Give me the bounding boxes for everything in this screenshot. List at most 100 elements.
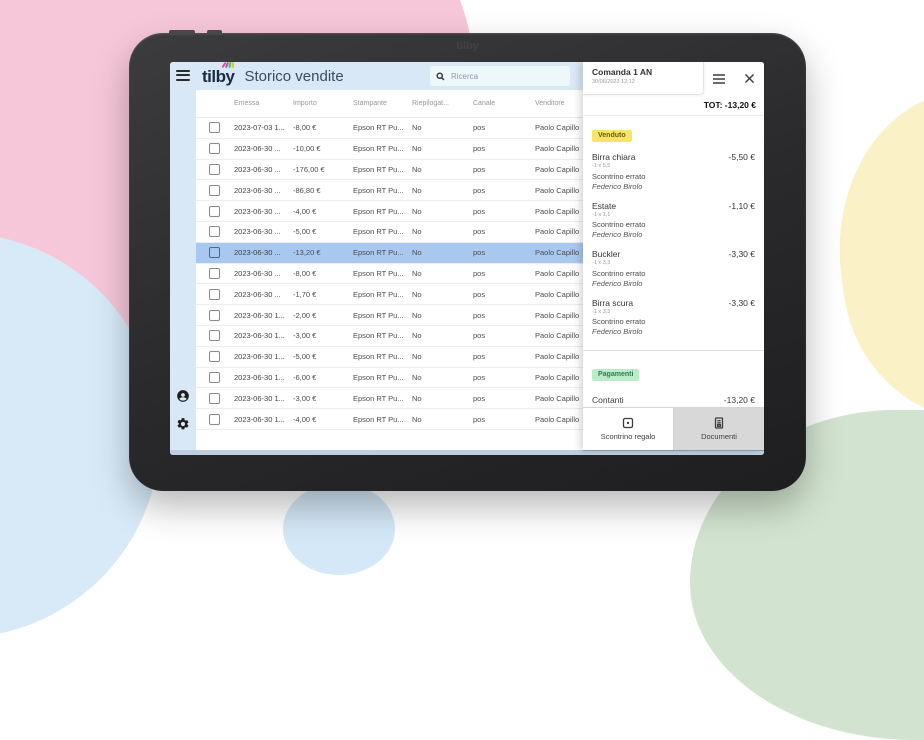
cell-emessa: 2023-07-03 1... <box>234 123 285 133</box>
table-body: 2023-07-03 1... -8,00 € Epson RT Pu... N… <box>196 118 583 430</box>
table-row[interactable]: 2023-06-30 ... -13,20 € Epson RT Pu... N… <box>196 242 583 264</box>
row-checkbox[interactable] <box>209 371 220 383</box>
cell-stampante: Epson RT Pu... <box>353 393 404 403</box>
sales-table: Emessa Importo Stampante Riepilogat... Canal… <box>196 90 583 450</box>
row-checkbox[interactable] <box>209 309 220 321</box>
cell-venditore: Paolo Capillo <box>535 185 580 195</box>
column-header[interactable]: Stampante <box>353 100 412 107</box>
panel-title: Comanda 1 AN <box>592 67 653 77</box>
checkbox-cell <box>196 122 234 134</box>
cell-stampante: Epson RT Pu... <box>353 227 404 237</box>
table-row[interactable]: 2023-06-30 1... -3,00 € Epson RT Pu... N… <box>196 326 583 347</box>
cell-venditore: Paolo Capillo <box>535 227 580 237</box>
panel-menu-button[interactable] <box>711 71 727 87</box>
cell-canale: pos <box>473 352 486 362</box>
cell-venditore: Paolo Capillo <box>535 331 580 341</box>
table-row[interactable]: 2023-06-30 1... -3,00 € Epson RT Pu... N… <box>196 388 583 410</box>
account-button[interactable] <box>176 389 190 403</box>
table-row[interactable]: 2023-07-03 1... -8,00 € Epson RT Pu... N… <box>196 118 583 139</box>
checkbox-cell <box>196 309 234 321</box>
table-row[interactable]: 2023-06-30 ... -4,00 € Epson RT Pu... No… <box>196 201 583 222</box>
table-row[interactable]: 2023-06-30 ... -86,80 € Epson RT Pu... N… <box>196 180 583 202</box>
gift-receipt-button[interactable]: Scontrino regalo <box>583 408 673 450</box>
row-checkbox[interactable] <box>209 330 220 342</box>
checkbox-cell <box>196 288 234 300</box>
sold-item: Birra chiara -5,50 € -1 x 5,5 Scontrino … <box>592 152 755 191</box>
cell-emessa: 2023-06-30 1... <box>234 352 285 362</box>
documents-icon <box>714 417 724 429</box>
column-header[interactable]: Riepilogat... <box>412 100 473 107</box>
table-row[interactable]: 2023-06-30 1... -5,00 € Epson RT Pu... N… <box>196 347 583 368</box>
cell-emessa: 2023-06-30 ... <box>234 206 281 216</box>
cell-stampante: Epson RT Pu... <box>353 372 404 382</box>
checkbox-cell <box>196 351 234 363</box>
cell-canale: pos <box>473 164 486 174</box>
account-icon <box>177 390 189 402</box>
column-header[interactable]: Emessa <box>234 100 293 107</box>
column-header[interactable]: Venditore <box>535 100 583 107</box>
section-divider <box>583 350 764 351</box>
item-quantity: -1 x 1,1 <box>592 211 611 218</box>
payment-amount: -13,20 € <box>723 395 755 405</box>
table-row[interactable]: 2023-06-30 ... -8,00 € Epson RT Pu... No… <box>196 264 583 285</box>
checkbox-cell <box>196 392 234 404</box>
column-header[interactable]: Canale <box>473 100 535 107</box>
row-checkbox[interactable] <box>209 267 220 279</box>
table-row[interactable]: 2023-06-30 ... -5,00 € Epson RT Pu... No… <box>196 222 583 243</box>
menu-button[interactable] <box>176 70 190 82</box>
table-row[interactable]: 2023-06-30 1... -6,00 € Epson RT Pu... N… <box>196 368 583 389</box>
gear-icon <box>177 418 189 430</box>
row-checkbox[interactable] <box>209 184 220 196</box>
logo-strokes <box>221 62 235 68</box>
row-checkbox[interactable] <box>209 143 220 155</box>
cell-canale: pos <box>473 268 486 278</box>
row-checkbox[interactable] <box>209 122 220 134</box>
row-checkbox[interactable] <box>209 288 220 300</box>
cell-canale: pos <box>473 372 486 382</box>
row-checkbox[interactable] <box>209 226 220 238</box>
cell-emessa: 2023-06-30 ... <box>234 248 281 258</box>
cell-venditore: Paolo Capillo <box>535 248 580 258</box>
cell-emessa: 2023-06-30 1... <box>234 310 285 320</box>
cell-venditore: Paolo Capillo <box>535 414 580 424</box>
item-operator: Federico Birolo <box>592 327 643 336</box>
item-quantity: -1 x 3,3 <box>592 260 611 266</box>
column-header[interactable]: Importo <box>293 100 353 107</box>
search-input[interactable]: Ricerca <box>430 66 570 86</box>
settings-button[interactable] <box>176 417 190 431</box>
search-icon <box>436 71 445 80</box>
documents-button[interactable]: Documenti <box>673 408 764 450</box>
row-checkbox[interactable] <box>209 163 220 175</box>
row-checkbox[interactable] <box>209 351 220 363</box>
tablet-frame: tilby tilby Storico vendite Ricerca Emes… <box>129 30 806 491</box>
cell-emessa: 2023-06-30 1... <box>234 372 285 382</box>
panel-close-button[interactable] <box>741 71 757 87</box>
cell-riepilogato: No <box>412 331 422 341</box>
cell-emessa: 2023-06-30 ... <box>234 268 281 278</box>
item-operator: Federico Birolo <box>592 278 643 288</box>
row-checkbox[interactable] <box>209 413 220 425</box>
table-row[interactable]: 2023-06-30 ... -10,00 € Epson RT Pu... N… <box>196 139 583 160</box>
cell-emessa: 2023-06-30 1... <box>234 414 285 424</box>
table-header-row: Emessa Importo Stampante Riepilogat... Canal… <box>196 90 583 118</box>
cell-canale: pos <box>473 393 486 403</box>
table-row[interactable]: 2023-06-30 ... -176,00 € Epson RT Pu... … <box>196 160 583 181</box>
cell-riepilogato: No <box>412 123 422 133</box>
cell-stampante: Epson RT Pu... <box>353 123 404 133</box>
row-checkbox[interactable] <box>209 247 220 259</box>
cell-importo: -2,00 € <box>293 310 317 320</box>
total-amount: TOT: -13,20 € <box>703 100 756 110</box>
item-price: -5,50 € <box>728 152 755 162</box>
row-checkbox[interactable] <box>209 205 220 217</box>
checkbox-cell <box>196 330 234 342</box>
cell-importo: -4,00 € <box>293 414 317 424</box>
cell-riepilogato: No <box>412 372 422 382</box>
cell-emessa: 2023-06-30 ... <box>234 164 281 174</box>
cell-importo: -176,00 € <box>293 164 325 174</box>
table-row[interactable]: 2023-06-30 1... -2,00 € Epson RT Pu... N… <box>196 305 583 326</box>
row-checkbox[interactable] <box>209 392 220 404</box>
table-row[interactable]: 2023-06-30 1... -4,00 € Epson RT Pu... N… <box>196 409 583 430</box>
table-row[interactable]: 2023-06-30 ... -1,70 € Epson RT Pu... No… <box>196 284 583 306</box>
payment-row: Contanti -13,20 € <box>592 395 755 405</box>
sold-items-list: Birra chiara -5,50 € -1 x 5,5 Scontrino … <box>592 152 755 336</box>
